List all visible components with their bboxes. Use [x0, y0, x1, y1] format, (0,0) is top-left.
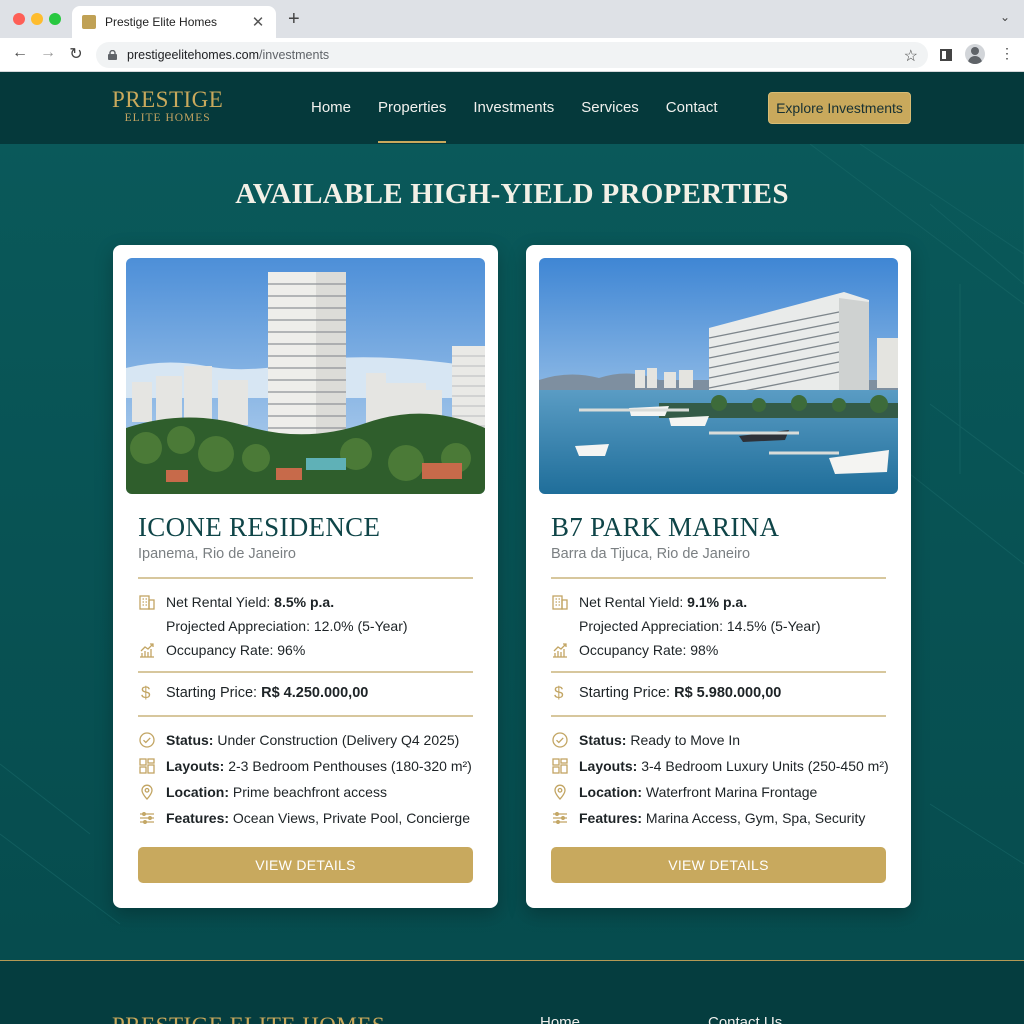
divider — [138, 577, 473, 579]
check-circle-icon — [552, 732, 568, 748]
brand-logo[interactable]: PRESTIGE ELITE HOMES — [112, 87, 224, 125]
growth-chart-icon — [553, 643, 567, 658]
property-name[interactable]: B7 PARK MARINA — [551, 512, 779, 543]
divider — [138, 671, 473, 673]
property-location: Ipanema, Rio de Janeiro — [138, 546, 296, 562]
property-card-b7-park-marina: B7 PARK MARINA Barra da Tijuca, Rio de J… — [526, 245, 911, 908]
nav-home[interactable]: Home — [311, 99, 351, 143]
explore-investments-button[interactable]: Explore Investments — [768, 92, 911, 124]
site-footer: PRESTIGE ELITE HOMES Home Contact Us — [0, 960, 1024, 1024]
growth-chart-icon — [140, 643, 154, 658]
tab-title: Prestige Elite Homes — [105, 15, 218, 29]
dollar-icon: $ — [141, 683, 151, 702]
url-text: prestigeelitehomes.com/investments — [127, 48, 330, 62]
property-photo[interactable] — [539, 258, 898, 494]
divider — [551, 577, 886, 579]
features-list-icon — [140, 812, 154, 824]
side-panel-icon[interactable] — [940, 49, 952, 61]
property-photo[interactable] — [126, 258, 485, 494]
check-circle-icon — [139, 732, 155, 748]
tab-search-chevron-icon[interactable]: ⌄ — [1000, 10, 1010, 24]
reload-icon[interactable]: ↻ — [66, 44, 86, 64]
property-location: Barra da Tijuca, Rio de Janeiro — [551, 546, 751, 562]
nav-properties[interactable]: Properties — [378, 99, 447, 143]
view-details-button[interactable]: VIEW DETAILS — [138, 847, 473, 883]
divider — [138, 715, 473, 717]
floorplan-icon — [552, 758, 568, 774]
site-header: PRESTIGE ELITE HOMES Home Properties Inv… — [0, 72, 1024, 144]
back-arrow-icon[interactable]: ← — [10, 44, 30, 62]
forward-arrow-icon[interactable]: → — [38, 44, 58, 62]
property-card-icone-residence: ICONE RESIDENCE Ipanema, Rio de Janeiro … — [113, 245, 498, 908]
browser-tab-strip: Prestige Elite Homes ✕ + ⌄ — [0, 0, 1024, 38]
view-details-button[interactable]: VIEW DETAILS — [551, 847, 886, 883]
window-maximize-button[interactable] — [49, 13, 61, 25]
map-pin-icon — [554, 784, 566, 800]
window-close-button[interactable] — [13, 13, 25, 25]
map-pin-icon — [141, 784, 153, 800]
property-name[interactable]: ICONE RESIDENCE — [138, 512, 380, 543]
footer-link-home[interactable]: Home — [540, 1014, 580, 1024]
site-favicon-icon — [82, 15, 96, 29]
new-tab-icon[interactable]: + — [288, 8, 300, 31]
tab-close-icon[interactable]: ✕ — [250, 13, 266, 31]
building-icon — [552, 595, 568, 610]
features-list-icon — [553, 812, 567, 824]
divider — [551, 671, 886, 673]
browser-tab[interactable]: Prestige Elite Homes ✕ — [72, 6, 276, 38]
browser-toolbar: ← → ↻ prestigeelitehomes.com/investments… — [0, 38, 1024, 72]
website-viewport: PRESTIGE ELITE HOMES Home Properties Inv… — [0, 72, 1024, 1024]
dollar-icon: $ — [554, 683, 564, 702]
footer-link-contact-us[interactable]: Contact Us — [708, 1014, 782, 1024]
nav-services[interactable]: Services — [581, 99, 639, 143]
profile-avatar-icon[interactable] — [965, 44, 985, 64]
browser-menu-icon[interactable]: ⋮ — [1000, 45, 1014, 62]
lock-icon — [108, 50, 117, 60]
floorplan-icon — [139, 758, 155, 774]
nav-contact[interactable]: Contact — [666, 99, 718, 143]
building-icon — [139, 595, 155, 610]
address-bar[interactable]: prestigeelitehomes.com/investments ☆ — [96, 42, 928, 68]
logo-main-text: PRESTIGE — [112, 87, 224, 112]
divider — [551, 715, 886, 717]
nav-investments[interactable]: Investments — [473, 99, 554, 143]
logo-sub-text: ELITE HOMES — [124, 112, 211, 124]
bookmark-star-icon[interactable]: ☆ — [904, 46, 918, 66]
section-title: AVAILABLE HIGH-YIELD PROPERTIES — [235, 178, 789, 210]
window-minimize-button[interactable] — [31, 13, 43, 25]
footer-brand: PRESTIGE ELITE HOMES — [112, 1013, 385, 1024]
main-nav: Home Properties Investments Services Con… — [311, 99, 745, 143]
